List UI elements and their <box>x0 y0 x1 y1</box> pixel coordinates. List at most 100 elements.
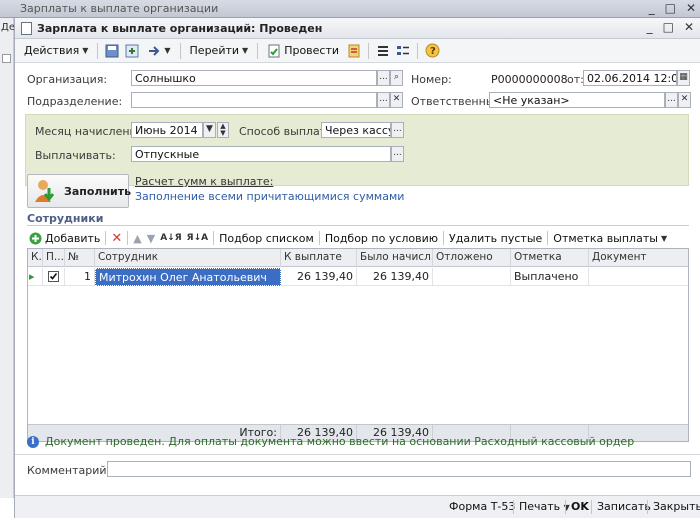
divider <box>15 454 700 455</box>
row-checkbox[interactable] <box>43 268 65 286</box>
print-label: Печать <box>519 500 561 513</box>
responsible-field[interactable]: <Не указан> <box>489 92 665 108</box>
organization-field[interactable]: Солнышко <box>131 70 377 86</box>
toolbar-separator <box>417 42 419 59</box>
employees-table[interactable]: К... П... № Сотрудник К выплате Было нач… <box>27 248 689 442</box>
save-button[interactable]: Записать <box>597 500 651 513</box>
select-button[interactable]: ... <box>391 122 404 138</box>
list-settings-icon[interactable] <box>395 43 411 59</box>
clear-icon[interactable]: ✕ <box>678 92 691 108</box>
calculation-link[interactable]: Заполнение всеми причитающимися суммами <box>135 190 404 203</box>
maximize-icon[interactable]: □ <box>663 20 674 34</box>
info-icon: i <box>27 435 39 448</box>
pay-label: Выплачивать: <box>35 149 116 162</box>
column-header[interactable]: П... <box>43 249 65 267</box>
number-label: Номер: <box>411 73 452 86</box>
document-movements-icon[interactable] <box>346 43 362 59</box>
column-header[interactable]: Отложено <box>433 249 511 267</box>
to-pay-cell[interactable]: 26 139,40 <box>281 268 357 286</box>
calendar-icon[interactable]: ▦ <box>677 70 690 86</box>
clear-icon[interactable]: ✕ <box>390 92 403 108</box>
add-icon <box>29 232 42 244</box>
column-header[interactable]: Отметка <box>511 249 589 267</box>
add-label: Добавить <box>45 231 101 245</box>
accrued-cell[interactable]: 26 139,40 <box>357 268 433 286</box>
refresh-icon[interactable] <box>124 43 140 59</box>
payment-mark-menu-button[interactable]: Отметка выплаты ▼ <box>553 232 667 245</box>
navigate-button[interactable]: ▼ <box>144 41 173 61</box>
select-button[interactable]: ... <box>377 70 390 86</box>
close-button[interactable]: Закрыть <box>653 500 700 513</box>
column-header[interactable]: № <box>65 249 95 267</box>
payment-method-field[interactable]: Через кассу <box>321 122 391 138</box>
date-field[interactable]: 02.06.2014 12:00:00 <box>583 70 677 86</box>
document-window: Зарплата к выплате организаций: Проведен… <box>14 18 700 518</box>
info-text: Документ проведен. Для оплаты документа … <box>45 435 635 448</box>
move-up-icon[interactable]: ▲ <box>133 232 141 245</box>
month-field[interactable]: Июнь 2014 <box>131 122 203 138</box>
post-label: Провести <box>284 44 340 57</box>
separator <box>513 500 514 514</box>
actions-menu-button[interactable]: Действия ▼ <box>21 41 91 61</box>
move-down-icon[interactable]: ▼ <box>147 232 155 245</box>
toolbar-separator <box>105 231 107 245</box>
checkbox-checked-icon <box>48 271 59 282</box>
column-header[interactable]: Сотрудник <box>95 249 281 267</box>
minimize-icon[interactable]: _ <box>647 20 653 34</box>
window-titlebar[interactable]: Зарплата к выплате организаций: Проведен… <box>15 18 700 39</box>
close-icon[interactable]: ✕ <box>684 20 694 34</box>
calculation-link-title[interactable]: Расчет сумм к выплате: <box>135 175 273 188</box>
column-header[interactable]: К... <box>28 249 43 267</box>
mark-cell[interactable]: Выплачено <box>511 268 589 286</box>
column-header[interactable]: К выплате <box>281 249 357 267</box>
post-document-icon <box>268 44 280 57</box>
table-row[interactable]: ▸ 1 Митрохин Олег Анатольевич 26 139,40 … <box>28 268 688 286</box>
pick-list-button[interactable]: Подбор списком <box>219 232 314 245</box>
column-header[interactable]: Документ <box>589 249 688 267</box>
fill-button[interactable]: Заполнить <box>27 174 131 208</box>
select-button[interactable]: ... <box>665 92 678 108</box>
background-window-titlebar[interactable]: Зарплаты к выплате организации _ □ ✕ <box>0 0 700 18</box>
payment-mark-label: Отметка выплаты <box>553 231 658 245</box>
add-button[interactable]: Добавить <box>29 232 100 245</box>
pick-condition-button[interactable]: Подбор по условию <box>325 232 438 245</box>
ok-button[interactable]: OK <box>571 500 589 513</box>
print-menu-button[interactable]: Печать ▼ <box>519 500 570 513</box>
help-icon[interactable]: ? <box>424 43 440 59</box>
background-checkbox[interactable] <box>2 54 11 63</box>
post-button[interactable]: Провести <box>264 41 342 61</box>
employee-cell[interactable]: Митрохин Олег Анатольевич <box>95 268 281 286</box>
toolbar-separator <box>318 231 320 245</box>
organization-label: Организация: <box>27 73 108 86</box>
pay-field[interactable]: Отпускные <box>131 146 391 162</box>
department-field[interactable] <box>131 92 377 108</box>
goto-menu-button[interactable]: Перейти ▼ <box>187 41 252 61</box>
comment-field[interactable] <box>107 461 691 477</box>
sort-ascending-icon[interactable]: А↓Я <box>160 233 181 243</box>
column-header[interactable]: Было начисл... <box>357 249 433 267</box>
deferred-cell[interactable] <box>433 268 511 286</box>
toolbar-separator <box>257 42 259 59</box>
save-post-close-icon[interactable] <box>104 43 120 59</box>
toolbar-separator <box>443 231 445 245</box>
chevron-down-icon: ▼ <box>242 46 249 55</box>
arrow-icon <box>149 45 160 56</box>
document-icon <box>21 22 32 35</box>
remove-empty-button[interactable]: Удалить пустые <box>449 232 542 245</box>
separator <box>591 500 592 514</box>
document-cell[interactable] <box>589 268 688 286</box>
month-stepper[interactable]: ▲ ▼ <box>217 122 229 138</box>
close-icon[interactable]: ✕ <box>686 1 696 15</box>
form-t53-button[interactable]: Форма Т-53 <box>449 500 515 513</box>
sort-descending-icon[interactable]: Я↓А <box>187 233 208 243</box>
minimize-icon[interactable]: _ <box>649 1 655 15</box>
structure-icon[interactable] <box>375 43 391 59</box>
toolbar-separator <box>547 231 549 245</box>
select-button[interactable]: ... <box>391 146 404 162</box>
search-icon[interactable]: ⌕ <box>390 70 403 86</box>
chevron-down-icon[interactable]: ▼ <box>203 122 216 138</box>
row-number: 1 <box>65 268 95 286</box>
maximize-icon[interactable]: □ <box>665 1 676 15</box>
delete-icon[interactable]: ✕ <box>111 231 122 246</box>
select-button[interactable]: ... <box>377 92 390 108</box>
